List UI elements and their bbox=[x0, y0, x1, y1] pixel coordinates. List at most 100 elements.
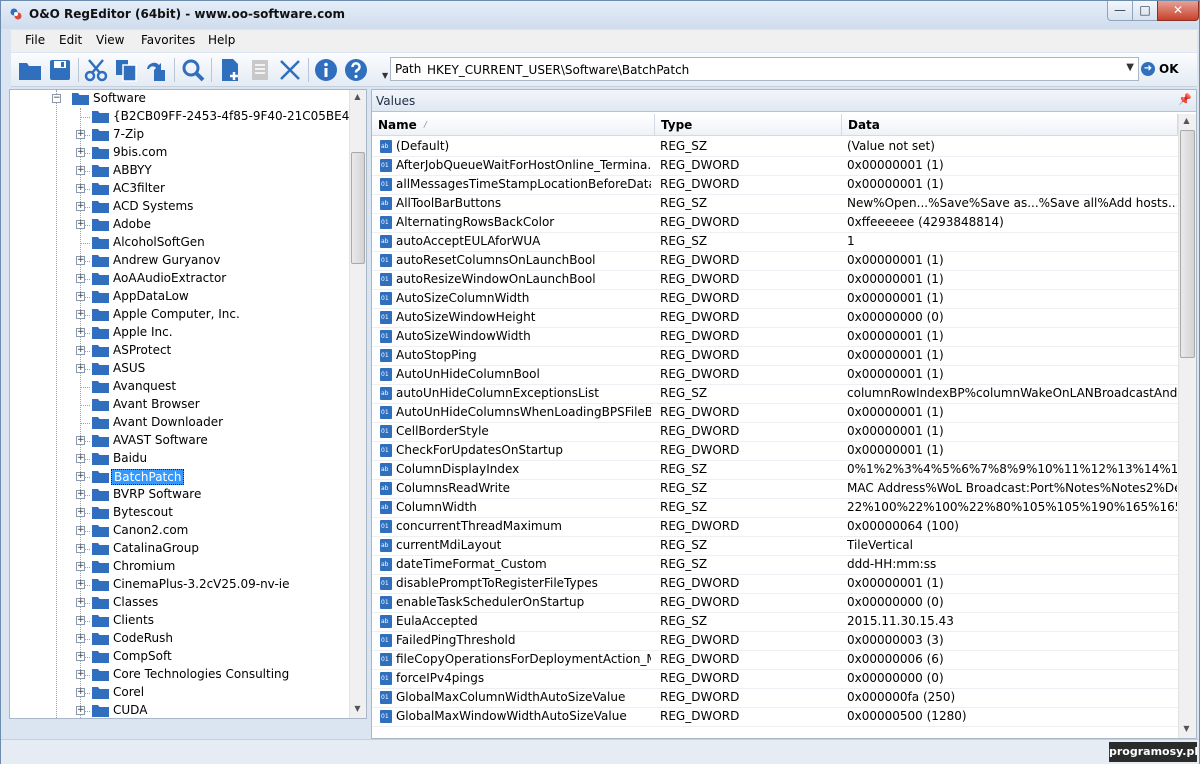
value-row[interactable]: 01 AfterJobQueueWaitForHostOnline_Termina… bbox=[372, 156, 1178, 176]
value-row[interactable]: ab (Default) REG_SZ (Value not set) bbox=[372, 137, 1178, 157]
tree-item[interactable]: {B2CB09FF-2453-4f85-9F40-21C05BE4CBA bbox=[10, 108, 366, 126]
tree-item[interactable]: + Corel bbox=[10, 684, 350, 702]
expand-icon[interactable]: + bbox=[76, 364, 85, 373]
tree-item-software[interactable]: − Software bbox=[10, 90, 350, 108]
tree-item[interactable]: + Classes bbox=[10, 594, 350, 612]
tree-item[interactable]: + ASProtect bbox=[10, 342, 350, 360]
expand-icon[interactable]: + bbox=[76, 184, 85, 193]
expand-icon[interactable]: + bbox=[76, 436, 85, 445]
expand-icon[interactable]: + bbox=[76, 130, 85, 139]
value-row[interactable]: 01 CellBorderStyle REG_DWORD 0x00000001 (1) bbox=[372, 422, 1178, 442]
collapse-icon[interactable]: − bbox=[52, 94, 61, 103]
info-button[interactable] bbox=[313, 57, 339, 83]
value-row[interactable]: 01 enableTaskSchedulerOnStartup REG_DWORD 0… bbox=[372, 593, 1178, 613]
tree-item[interactable]: + BVRP Software bbox=[10, 486, 350, 504]
tree-item[interactable]: + ACD Systems bbox=[10, 198, 350, 216]
expand-icon[interactable]: + bbox=[76, 544, 85, 553]
delete-button[interactable] bbox=[277, 57, 303, 83]
expand-icon[interactable]: + bbox=[76, 292, 85, 301]
pin-icon[interactable]: 📌 bbox=[1178, 93, 1192, 106]
paste-button[interactable] bbox=[143, 57, 169, 83]
values-scrollbar[interactable]: ▲ ▼ bbox=[1178, 114, 1196, 738]
expand-icon[interactable]: + bbox=[76, 616, 85, 625]
value-row[interactable]: 01 AutoSizeWindowHeight REG_DWORD 0x0000000… bbox=[372, 308, 1178, 328]
values-scrollbar-thumb[interactable] bbox=[1180, 130, 1195, 358]
expand-icon[interactable]: + bbox=[76, 508, 85, 517]
value-row[interactable]: ab autoAcceptEULAforWUA REG_SZ 1 bbox=[372, 232, 1178, 252]
menu-view[interactable]: View bbox=[96, 33, 124, 47]
tree-item[interactable]: +7-Zip bbox=[10, 126, 350, 144]
ok-button[interactable]: ➜ OK bbox=[1139, 57, 1193, 81]
menu-favorites[interactable]: Favorites bbox=[141, 33, 195, 47]
expand-icon[interactable]: + bbox=[76, 454, 85, 463]
tree-item[interactable]: Avant Browser bbox=[10, 396, 350, 414]
value-row[interactable]: ab currentMdiLayout REG_SZ TileVertical bbox=[372, 536, 1178, 556]
value-row[interactable]: 01 AutoUnHideColumnBool REG_DWORD 0x0000000… bbox=[372, 365, 1178, 385]
expand-icon[interactable]: + bbox=[76, 670, 85, 679]
scroll-up-icon[interactable]: ▲ bbox=[1179, 116, 1194, 125]
tree-item[interactable]: + Canon2.com bbox=[10, 522, 350, 540]
expand-icon[interactable]: + bbox=[76, 598, 85, 607]
expand-icon[interactable]: + bbox=[76, 706, 85, 715]
value-row[interactable]: 01 disablePromptToRegisterFileTypes REG_DW… bbox=[372, 574, 1178, 594]
expand-icon[interactable]: + bbox=[76, 652, 85, 661]
tree-item[interactable]: + CodeRush bbox=[10, 630, 350, 648]
expand-icon[interactable]: + bbox=[76, 256, 85, 265]
tree-item[interactable]: AlcoholSoftGen bbox=[10, 234, 350, 252]
expand-icon[interactable]: + bbox=[76, 220, 85, 229]
tree-scrollbar[interactable]: ▲ ▼ bbox=[349, 90, 366, 718]
tree-item[interactable]: + ASUS bbox=[10, 360, 350, 378]
expand-icon[interactable]: + bbox=[76, 310, 85, 319]
help-button[interactable] bbox=[343, 57, 369, 83]
expand-icon[interactable]: + bbox=[76, 562, 85, 571]
expand-icon[interactable]: + bbox=[76, 148, 85, 157]
tree-item[interactable]: + Apple Inc. bbox=[10, 324, 350, 342]
expand-icon[interactable]: + bbox=[76, 490, 85, 499]
tree-item[interactable]: + AVAST Software bbox=[10, 432, 350, 450]
tree-item[interactable]: + Core Technologies Consulting bbox=[10, 666, 350, 684]
close-button[interactable]: ✕ bbox=[1157, 1, 1199, 21]
save-button[interactable] bbox=[47, 57, 73, 83]
value-row[interactable]: 01 fileCopyOperationsForDeploymentAction_… bbox=[372, 650, 1178, 670]
column-header-data[interactable]: Data bbox=[842, 114, 1178, 136]
value-row[interactable]: 01 autoResetColumnsOnLaunchBool REG_DWORD 0… bbox=[372, 251, 1178, 271]
expand-icon[interactable]: + bbox=[76, 328, 85, 337]
value-row[interactable]: 01 AutoSizeColumnWidth REG_DWORD 0x00000001… bbox=[372, 289, 1178, 309]
value-row[interactable]: 01 GlobalMaxColumnWidthAutoSizeValue REG_D… bbox=[372, 688, 1178, 708]
value-row[interactable]: ab autoUnHideColumnExceptionsList REG_SZ co… bbox=[372, 384, 1178, 404]
tree-item[interactable]: + Adobe bbox=[10, 216, 350, 234]
tree-item[interactable]: + CUDA bbox=[10, 702, 350, 718]
tree-item[interactable]: + CompSoft bbox=[10, 648, 350, 666]
expand-icon[interactable]: + bbox=[76, 346, 85, 355]
toolbar-overflow-icon[interactable]: ▼ bbox=[382, 71, 388, 80]
minimize-button[interactable]: — bbox=[1107, 1, 1133, 21]
search-button[interactable] bbox=[180, 57, 206, 83]
properties-button[interactable] bbox=[247, 57, 273, 83]
value-row[interactable]: 01 AutoStopPing REG_DWORD 0x00000001 (1) bbox=[372, 346, 1178, 366]
path-dropdown-icon[interactable]: ▼ bbox=[1126, 62, 1134, 73]
value-row[interactable]: 01 GlobalMaxWindowWidthAutoSizeValue REG_D… bbox=[372, 707, 1178, 727]
scroll-up-icon[interactable]: ▲ bbox=[350, 92, 365, 101]
expand-icon[interactable]: + bbox=[76, 202, 85, 211]
tree-item[interactable]: + Apple Computer, Inc. bbox=[10, 306, 350, 324]
tree-item[interactable]: + Bytescout bbox=[10, 504, 350, 522]
value-row[interactable]: 01 allMessagesTimeStampLocationBeforeData… bbox=[372, 175, 1178, 195]
value-row[interactable]: 01 AutoUnHideColumnsWhenLoadingBPSFileB..… bbox=[372, 403, 1178, 423]
tree-item[interactable]: + CatalinaGroup bbox=[10, 540, 350, 558]
value-row[interactable]: 01 autoResizeWindowOnLaunchBool REG_DWORD 0… bbox=[372, 270, 1178, 290]
scroll-down-icon[interactable]: ▼ bbox=[350, 704, 365, 713]
tree-item[interactable]: + CinemaPlus-3.2cV25.09-nv-ie bbox=[10, 576, 350, 594]
value-row[interactable]: ab ColumnsReadWrite REG_SZ MAC Address%WoL … bbox=[372, 479, 1178, 499]
value-row[interactable]: 01 forceIPv4pings REG_DWORD 0x00000000 (0) bbox=[372, 669, 1178, 689]
tree-item[interactable]: + AC3filter bbox=[10, 180, 350, 198]
tree-item[interactable]: Avant Downloader bbox=[10, 414, 350, 432]
value-row[interactable]: 01 CheckForUpdatesOnStartup REG_DWORD 0x000… bbox=[372, 441, 1178, 461]
title-bar[interactable]: O&O RegEditor (64bit) - www.oo-software.… bbox=[1, 1, 1199, 29]
tree-item[interactable]: + Clients bbox=[10, 612, 350, 630]
column-header-name[interactable]: Name ∕ bbox=[372, 114, 655, 136]
tree-item[interactable]: + Andrew Guryanov bbox=[10, 252, 350, 270]
column-header-type[interactable]: Type bbox=[655, 114, 842, 136]
menu-file[interactable]: File bbox=[25, 33, 45, 47]
value-row[interactable]: 01 FailedPingThreshold REG_DWORD 0x00000003… bbox=[372, 631, 1178, 651]
tree-item[interactable]: + BatchPatch bbox=[10, 468, 350, 486]
